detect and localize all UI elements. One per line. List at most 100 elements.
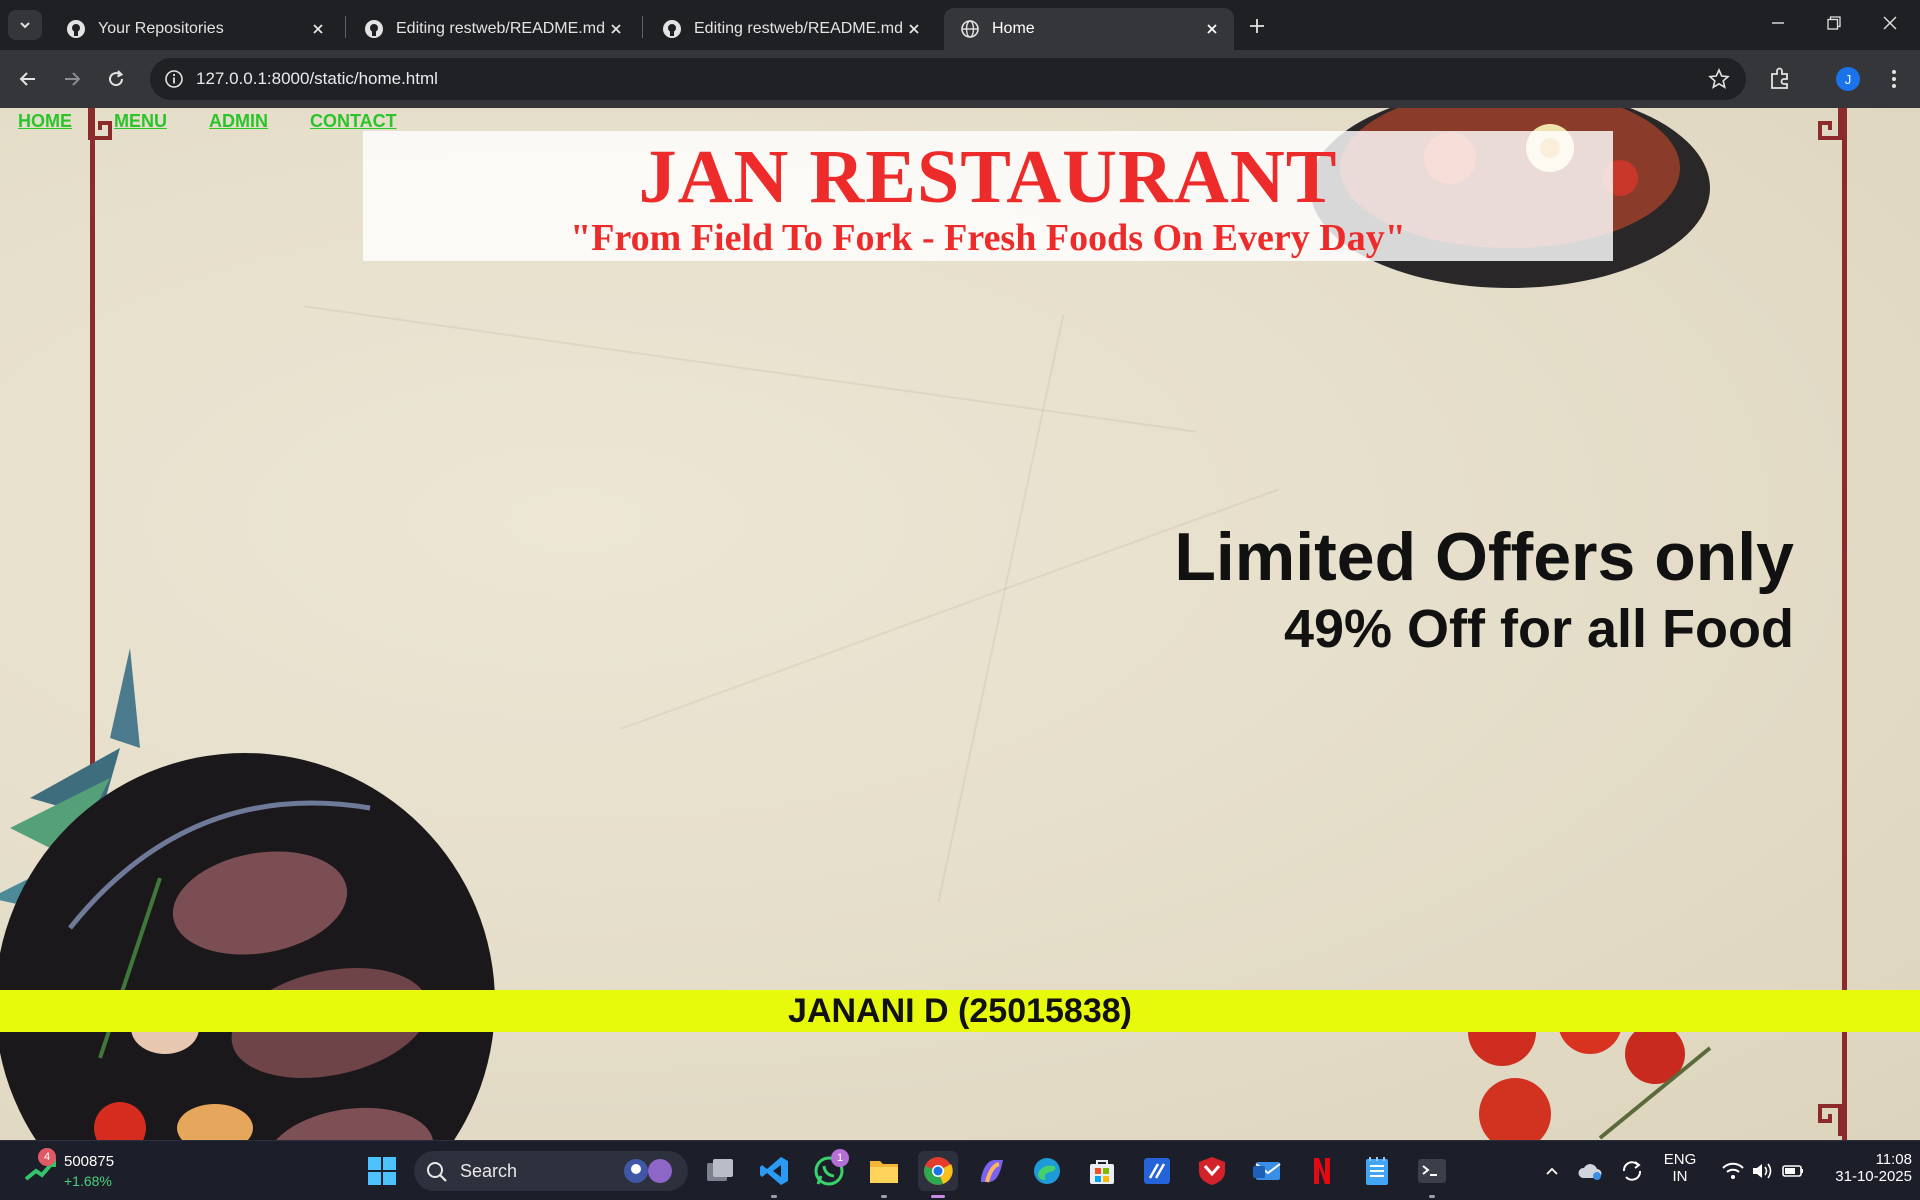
chrome-app[interactable] bbox=[918, 1151, 958, 1191]
right-border-line bbox=[1842, 108, 1847, 1140]
plus-icon bbox=[1250, 19, 1264, 33]
show-hidden-icons-button[interactable] bbox=[1534, 1151, 1570, 1191]
nav-link-contact[interactable]: CONTACT bbox=[310, 111, 397, 132]
vscode-icon bbox=[760, 1157, 788, 1185]
running-indicator bbox=[1429, 1195, 1435, 1198]
offer-heading: Limited Offers only bbox=[1174, 519, 1794, 595]
task-view-icon bbox=[707, 1159, 733, 1181]
extensions-icon[interactable] bbox=[1766, 65, 1794, 93]
tab-home[interactable]: Home bbox=[944, 8, 1234, 50]
whatsapp-app[interactable]: 1 bbox=[809, 1149, 849, 1191]
netflix-app[interactable] bbox=[1302, 1151, 1342, 1191]
stock-widget[interactable]: 4 bbox=[22, 1148, 62, 1192]
tab-title: Editing restweb/README.md at bbox=[396, 20, 606, 37]
taskbar-search[interactable]: Search bbox=[414, 1151, 688, 1191]
arrow-left-icon bbox=[19, 72, 35, 86]
quick-settings-button[interactable] bbox=[1708, 1151, 1818, 1191]
meat-plate-image bbox=[0, 648, 495, 1140]
search-label: Search bbox=[460, 1161, 518, 1181]
close-icon[interactable] bbox=[308, 19, 328, 39]
tab-editing-readme-2[interactable]: Editing restweb/README.md at bbox=[646, 8, 936, 50]
chevron-down-icon bbox=[20, 22, 30, 29]
chevron-up-icon bbox=[1546, 1167, 1558, 1175]
wifi-icon bbox=[1722, 1162, 1744, 1179]
store-icon bbox=[1090, 1160, 1114, 1184]
notepad-app[interactable] bbox=[1357, 1151, 1397, 1191]
search-highlight-icon bbox=[624, 1159, 672, 1183]
globe-icon bbox=[961, 20, 979, 38]
tab-search-button[interactable] bbox=[8, 10, 42, 40]
stock-change: +1.68% bbox=[64, 1173, 112, 1189]
more-vertical-icon bbox=[1892, 70, 1896, 88]
pen-app-icon bbox=[1144, 1158, 1170, 1184]
tab-your-repositories[interactable]: Your Repositories bbox=[50, 8, 340, 50]
reload-button[interactable] bbox=[100, 63, 132, 95]
github-icon bbox=[365, 20, 383, 38]
tab-separator bbox=[642, 16, 643, 38]
browser-menu-button[interactable] bbox=[1880, 65, 1908, 93]
browser-toolbar: 127.0.0.1:8000/static/home.html J bbox=[0, 50, 1920, 108]
file-explorer-app[interactable] bbox=[864, 1151, 904, 1191]
store-app[interactable] bbox=[1082, 1151, 1122, 1191]
edge-icon bbox=[1034, 1158, 1060, 1184]
address-bar[interactable]: 127.0.0.1:8000/static/home.html bbox=[150, 58, 1746, 100]
shield-icon bbox=[1199, 1157, 1225, 1185]
active-indicator bbox=[931, 1195, 945, 1198]
edge-app[interactable] bbox=[1027, 1151, 1067, 1191]
restaurant-tagline: "From Field To Fork - Fresh Foods On Eve… bbox=[570, 217, 1406, 259]
close-icon[interactable] bbox=[1202, 19, 1222, 39]
notification-badge: 4 bbox=[38, 1148, 56, 1166]
restore-button[interactable] bbox=[1812, 8, 1856, 38]
clock-date: 31-10-2025 bbox=[1835, 1168, 1912, 1185]
language-indicator[interactable]: ENG IN bbox=[1660, 1151, 1700, 1185]
offer-discount: 49% Off for all Food bbox=[1283, 599, 1794, 659]
stock-value: 500875 bbox=[64, 1153, 115, 1170]
task-view-button[interactable] bbox=[700, 1151, 740, 1191]
minimize-icon bbox=[1772, 22, 1784, 24]
mcafee-app[interactable] bbox=[1192, 1151, 1232, 1191]
search-icon bbox=[427, 1162, 447, 1182]
close-icon[interactable] bbox=[606, 19, 626, 39]
back-button[interactable] bbox=[12, 63, 44, 95]
sway-app[interactable] bbox=[1137, 1151, 1177, 1191]
new-tab-button[interactable] bbox=[1240, 12, 1274, 40]
windows-taskbar: 4 500875 +1.68% Search 1 ENG IN 11:08 31… bbox=[0, 1140, 1920, 1200]
copilot-app[interactable] bbox=[972, 1151, 1012, 1191]
language-region: IN bbox=[1672, 1168, 1688, 1185]
terminal-app[interactable] bbox=[1412, 1151, 1452, 1191]
url-text[interactable]: 127.0.0.1:8000/static/home.html bbox=[196, 69, 438, 89]
nav-link-menu[interactable]: MENU bbox=[114, 111, 167, 132]
nav-link-home[interactable]: HOME bbox=[18, 111, 72, 132]
greek-key-ornament bbox=[1818, 108, 1842, 140]
minimize-button[interactable] bbox=[1756, 8, 1800, 38]
sync-tray[interactable] bbox=[1614, 1151, 1650, 1191]
profile-avatar[interactable]: J bbox=[1836, 67, 1860, 91]
nav-link-admin[interactable]: ADMIN bbox=[209, 111, 268, 132]
windows-logo-icon bbox=[368, 1157, 396, 1185]
window-close-button[interactable] bbox=[1868, 8, 1912, 38]
site-info-icon[interactable] bbox=[164, 69, 184, 89]
vscode-app[interactable] bbox=[754, 1151, 794, 1191]
outlook-app[interactable] bbox=[1247, 1151, 1287, 1191]
forward-button[interactable] bbox=[56, 63, 88, 95]
tab-strip: Your Repositories Editing restweb/README… bbox=[0, 0, 1920, 50]
close-icon[interactable] bbox=[904, 19, 924, 39]
notification-badge: 1 bbox=[831, 1149, 849, 1167]
onedrive-tray[interactable] bbox=[1572, 1151, 1608, 1191]
hero-banner: JAN RESTAURANT "From Field To Fork - Fre… bbox=[363, 131, 1613, 261]
chrome-icon bbox=[924, 1157, 953, 1185]
language-code: ENG bbox=[1663, 1151, 1697, 1168]
github-icon bbox=[67, 20, 85, 38]
mail-icon bbox=[1253, 1162, 1281, 1180]
notepad-icon bbox=[1366, 1157, 1388, 1185]
clock[interactable]: 11:08 31-10-2025 bbox=[1812, 1151, 1912, 1185]
restaurant-title: JAN RESTAURANT bbox=[638, 135, 1338, 219]
tab-editing-readme-1[interactable]: Editing restweb/README.md at bbox=[348, 8, 638, 50]
close-icon bbox=[1883, 16, 1897, 30]
netflix-icon bbox=[1314, 1158, 1330, 1184]
start-button[interactable] bbox=[362, 1151, 402, 1191]
tab-separator bbox=[345, 16, 346, 38]
bookmark-star-icon[interactable] bbox=[1708, 68, 1730, 90]
sync-icon bbox=[1622, 1161, 1642, 1181]
battery-icon bbox=[1782, 1165, 1803, 1177]
